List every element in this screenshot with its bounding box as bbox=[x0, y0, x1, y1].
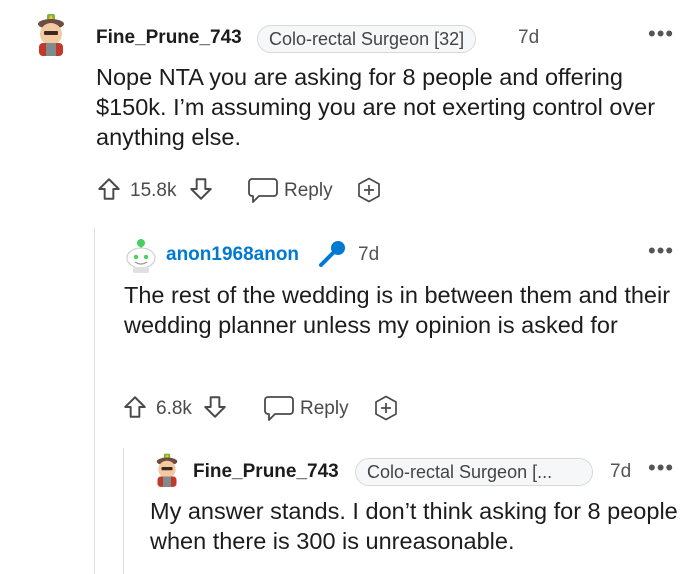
avatar-icon bbox=[126, 239, 156, 273]
thread-line bbox=[123, 448, 124, 574]
vote-count: 6.8k bbox=[156, 398, 192, 419]
downvote-icon[interactable] bbox=[188, 176, 214, 202]
reply-icon[interactable] bbox=[264, 394, 294, 422]
username[interactable]: anon1968anon bbox=[166, 244, 299, 266]
avatar[interactable] bbox=[150, 452, 184, 490]
award-icon[interactable] bbox=[373, 395, 399, 421]
downvote-icon[interactable] bbox=[202, 394, 228, 420]
reply-button[interactable]: Reply bbox=[300, 398, 349, 420]
comment-body: My answer stands. I don’t think asking f… bbox=[150, 498, 678, 554]
comment-body: The rest of the wedding is in between th… bbox=[124, 282, 671, 338]
avatar-icon bbox=[156, 453, 178, 487]
reply-button[interactable]: Reply bbox=[284, 180, 333, 202]
user-flair: Colo-rectal Surgeon [32] bbox=[257, 25, 477, 53]
more-options-icon[interactable]: ••• bbox=[648, 21, 674, 47]
avatar[interactable] bbox=[124, 236, 158, 274]
upvote-icon[interactable] bbox=[96, 176, 122, 202]
microphone-icon bbox=[316, 238, 348, 270]
vote-count: 15.8k bbox=[130, 180, 177, 201]
comment-body: Nope NTA you are asking for 8 people and… bbox=[96, 64, 656, 150]
avatar-icon bbox=[38, 14, 64, 56]
reply-icon[interactable] bbox=[248, 176, 278, 204]
more-options-icon[interactable]: ••• bbox=[648, 238, 674, 264]
more-options-icon[interactable]: ••• bbox=[648, 455, 674, 481]
username[interactable]: Fine_Prune_743 bbox=[193, 461, 339, 483]
avatar[interactable] bbox=[30, 12, 72, 60]
thread-line bbox=[94, 228, 95, 574]
timestamp: 7d bbox=[610, 461, 632, 482]
award-icon[interactable] bbox=[356, 177, 382, 203]
timestamp: 7d bbox=[358, 244, 380, 265]
user-flair: Colo-rectal Surgeon [... bbox=[355, 458, 593, 486]
username[interactable]: Fine_Prune_743 bbox=[96, 27, 242, 49]
timestamp: 7d bbox=[518, 27, 540, 48]
upvote-icon[interactable] bbox=[122, 394, 148, 420]
